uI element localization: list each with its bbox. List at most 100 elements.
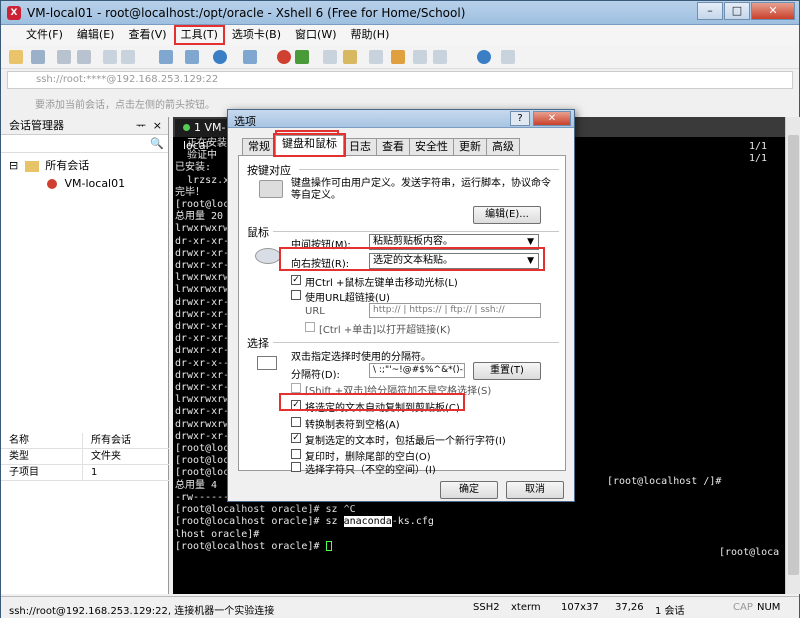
hint-text: 要添加当前会话，点击左侧的箭头按钮。	[35, 100, 215, 111]
tab-update[interactable]: 更新	[453, 138, 487, 155]
ctrl-open-checkbox[interactable]	[305, 322, 315, 332]
reset-button[interactable]: 重置(T)	[473, 362, 541, 380]
ctrl-click-checkbox[interactable]: ✓	[291, 275, 301, 285]
url-hyperlink-checkbox[interactable]	[291, 290, 301, 300]
section-key-mapping: 按键对应	[247, 164, 291, 177]
terminal-line: lhost oracle]#	[175, 528, 260, 540]
menu-bar: 文件(F) 编辑(E) 查看(V) 工具(T) 选项卡(B) 窗口(W) 帮助(…	[1, 25, 799, 45]
menu-tab[interactable]: 选项卡(B)	[225, 25, 288, 45]
tab-keyboard-mouse[interactable]: 键盘和鼠标	[273, 133, 346, 157]
menu-edit[interactable]: 编辑(E)	[70, 25, 122, 45]
transfer-icon[interactable]	[295, 50, 309, 64]
select-char-label: 选择字符只（不空的空间）(I)	[305, 465, 436, 476]
cursor	[325, 540, 332, 551]
url-label: URL	[305, 306, 325, 317]
options-dialog: 选项 ? ✕ 常规 键盘和鼠标 日志 查看 安全性 更新 高级 按键对应 键盘操…	[227, 109, 575, 502]
globe-icon[interactable]	[213, 50, 227, 64]
session-search[interactable]: 🔍	[1, 135, 168, 153]
property-row: 名称 所有会话	[1, 433, 169, 449]
close-pane-icon[interactable]: ×	[153, 117, 162, 135]
tab-log[interactable]: 日志	[343, 138, 377, 155]
status-term: xterm	[511, 602, 541, 613]
highlight-box	[279, 247, 545, 271]
status-connection: ssh://root@192.168.253.129:22, 连接机器一个实验连…	[9, 606, 275, 617]
copy-icon[interactable]	[103, 50, 117, 64]
minimize-button[interactable]: –	[697, 2, 723, 20]
session-icon	[47, 179, 57, 189]
tab-advanced[interactable]: 高级	[486, 138, 520, 155]
tree-node-all-sessions[interactable]: ⊟ 所有会话	[9, 157, 160, 175]
scrollbar-thumb[interactable]	[788, 135, 799, 575]
dialog-title-bar[interactable]: 选项 ? ✕	[228, 110, 574, 128]
script-icon[interactable]	[391, 50, 405, 64]
convert-tab-checkbox[interactable]	[291, 417, 301, 427]
close-button[interactable]: ✕	[751, 2, 795, 20]
edit-mapping-button[interactable]: 编辑(E)...	[473, 206, 541, 224]
ok-button[interactable]: 确定	[440, 481, 498, 499]
status-bar: ssh://root@192.168.253.129:22, 连接机器一个实验连…	[1, 596, 799, 618]
help-icon[interactable]	[477, 50, 491, 64]
title-bar[interactable]: X VM-local01 - root@localhost:/opt/oracl…	[1, 1, 799, 25]
help-button[interactable]: ?	[510, 111, 530, 126]
folder-icon	[24, 160, 39, 172]
expander-icon[interactable]: ⊟	[9, 159, 18, 172]
convert-tab-label: 转换制表符到空格(A)	[305, 420, 400, 431]
tree-node-label: VM-local01	[64, 177, 126, 190]
property-value: 文件夹	[91, 451, 121, 462]
property-value: 所有会话	[91, 435, 131, 446]
disconnect-icon[interactable]	[77, 50, 91, 64]
status-protocol: SSH2	[473, 602, 500, 613]
terminal-line: [root@localhost oracle]# sz anaconda-ks.…	[175, 516, 434, 528]
font-icon[interactable]	[243, 50, 257, 64]
selected-text: anaconda	[343, 516, 392, 528]
search-icon[interactable]: 🔍	[150, 137, 164, 150]
tab-general[interactable]: 常规	[242, 138, 276, 155]
keyboard-description: 键盘操作可由用户定义。发送字符串，运行脚本，协议命令等自定义。	[291, 178, 551, 201]
tree-node-session[interactable]: VM-local01	[9, 175, 160, 193]
open-icon[interactable]	[31, 50, 45, 64]
terminal-scrollbar[interactable]	[785, 117, 800, 594]
more-icon[interactable]	[501, 50, 515, 64]
paste-icon[interactable]	[121, 50, 135, 64]
compose-icon[interactable]	[413, 50, 427, 64]
copy-newline-checkbox[interactable]: ✓	[291, 433, 301, 443]
xftp-icon[interactable]	[277, 50, 291, 64]
address-bar[interactable]: ssh://root:****@192.168.253.129:22	[7, 71, 793, 89]
search-icon[interactable]	[159, 50, 173, 64]
tab-view[interactable]: 查看	[376, 138, 410, 155]
status-caps: CAP	[733, 602, 753, 613]
trim-print-checkbox[interactable]	[291, 449, 301, 459]
window-title: VM-local01 - root@localhost:/opt/oracle …	[27, 6, 466, 20]
keyboard-icon[interactable]	[323, 50, 337, 64]
menu-view[interactable]: 查看(V)	[121, 25, 173, 45]
pin-icon[interactable]: ᅲ	[136, 117, 146, 135]
lock-icon[interactable]	[343, 50, 357, 64]
session-manager-header: 会话管理器 ᅲ ×	[1, 117, 168, 135]
cancel-button[interactable]: 取消	[506, 481, 564, 499]
maximize-button[interactable]: □	[724, 2, 750, 20]
status-pos: 37,26	[615, 602, 644, 613]
layout-icon[interactable]	[369, 50, 383, 64]
url-pattern-field[interactable]: http:// | https:// | ftp:// | ssh://	[369, 303, 541, 318]
select-char-checkbox[interactable]	[291, 462, 301, 472]
status-sessions: 1 会话	[655, 606, 685, 617]
menu-tools[interactable]: 工具(T)	[173, 25, 225, 45]
separator-field[interactable]: \ :;"'~!@#$%^&*()-=+	[369, 363, 465, 378]
new-session-icon[interactable]	[9, 50, 23, 64]
dialog-close-button[interactable]: ✕	[533, 111, 571, 126]
shift-click-checkbox[interactable]	[291, 383, 301, 393]
menu-window[interactable]: 窗口(W)	[288, 25, 343, 45]
properties-icon[interactable]	[185, 50, 199, 64]
tab-security[interactable]: 安全性	[409, 138, 454, 155]
session-manager-pane: 会话管理器 ᅲ × 🔍 ⊟ 所有会话 VM-local01 名称 所有会话 类型…	[1, 117, 169, 594]
middle-button-value: 粘贴剪贴板内容。	[373, 236, 453, 247]
selection-icon	[257, 356, 277, 370]
menu-file[interactable]: 文件(F)	[19, 25, 70, 45]
mouse-icon	[255, 248, 281, 264]
terminal-right-prompt: [root@localhost /]#	[607, 476, 722, 487]
menu-help[interactable]: 帮助(H)	[344, 25, 397, 45]
highlight-box	[279, 393, 465, 411]
fullscreen-icon[interactable]	[433, 50, 447, 64]
reconnect-icon[interactable]	[57, 50, 71, 64]
xshell-icon: X	[7, 6, 21, 20]
